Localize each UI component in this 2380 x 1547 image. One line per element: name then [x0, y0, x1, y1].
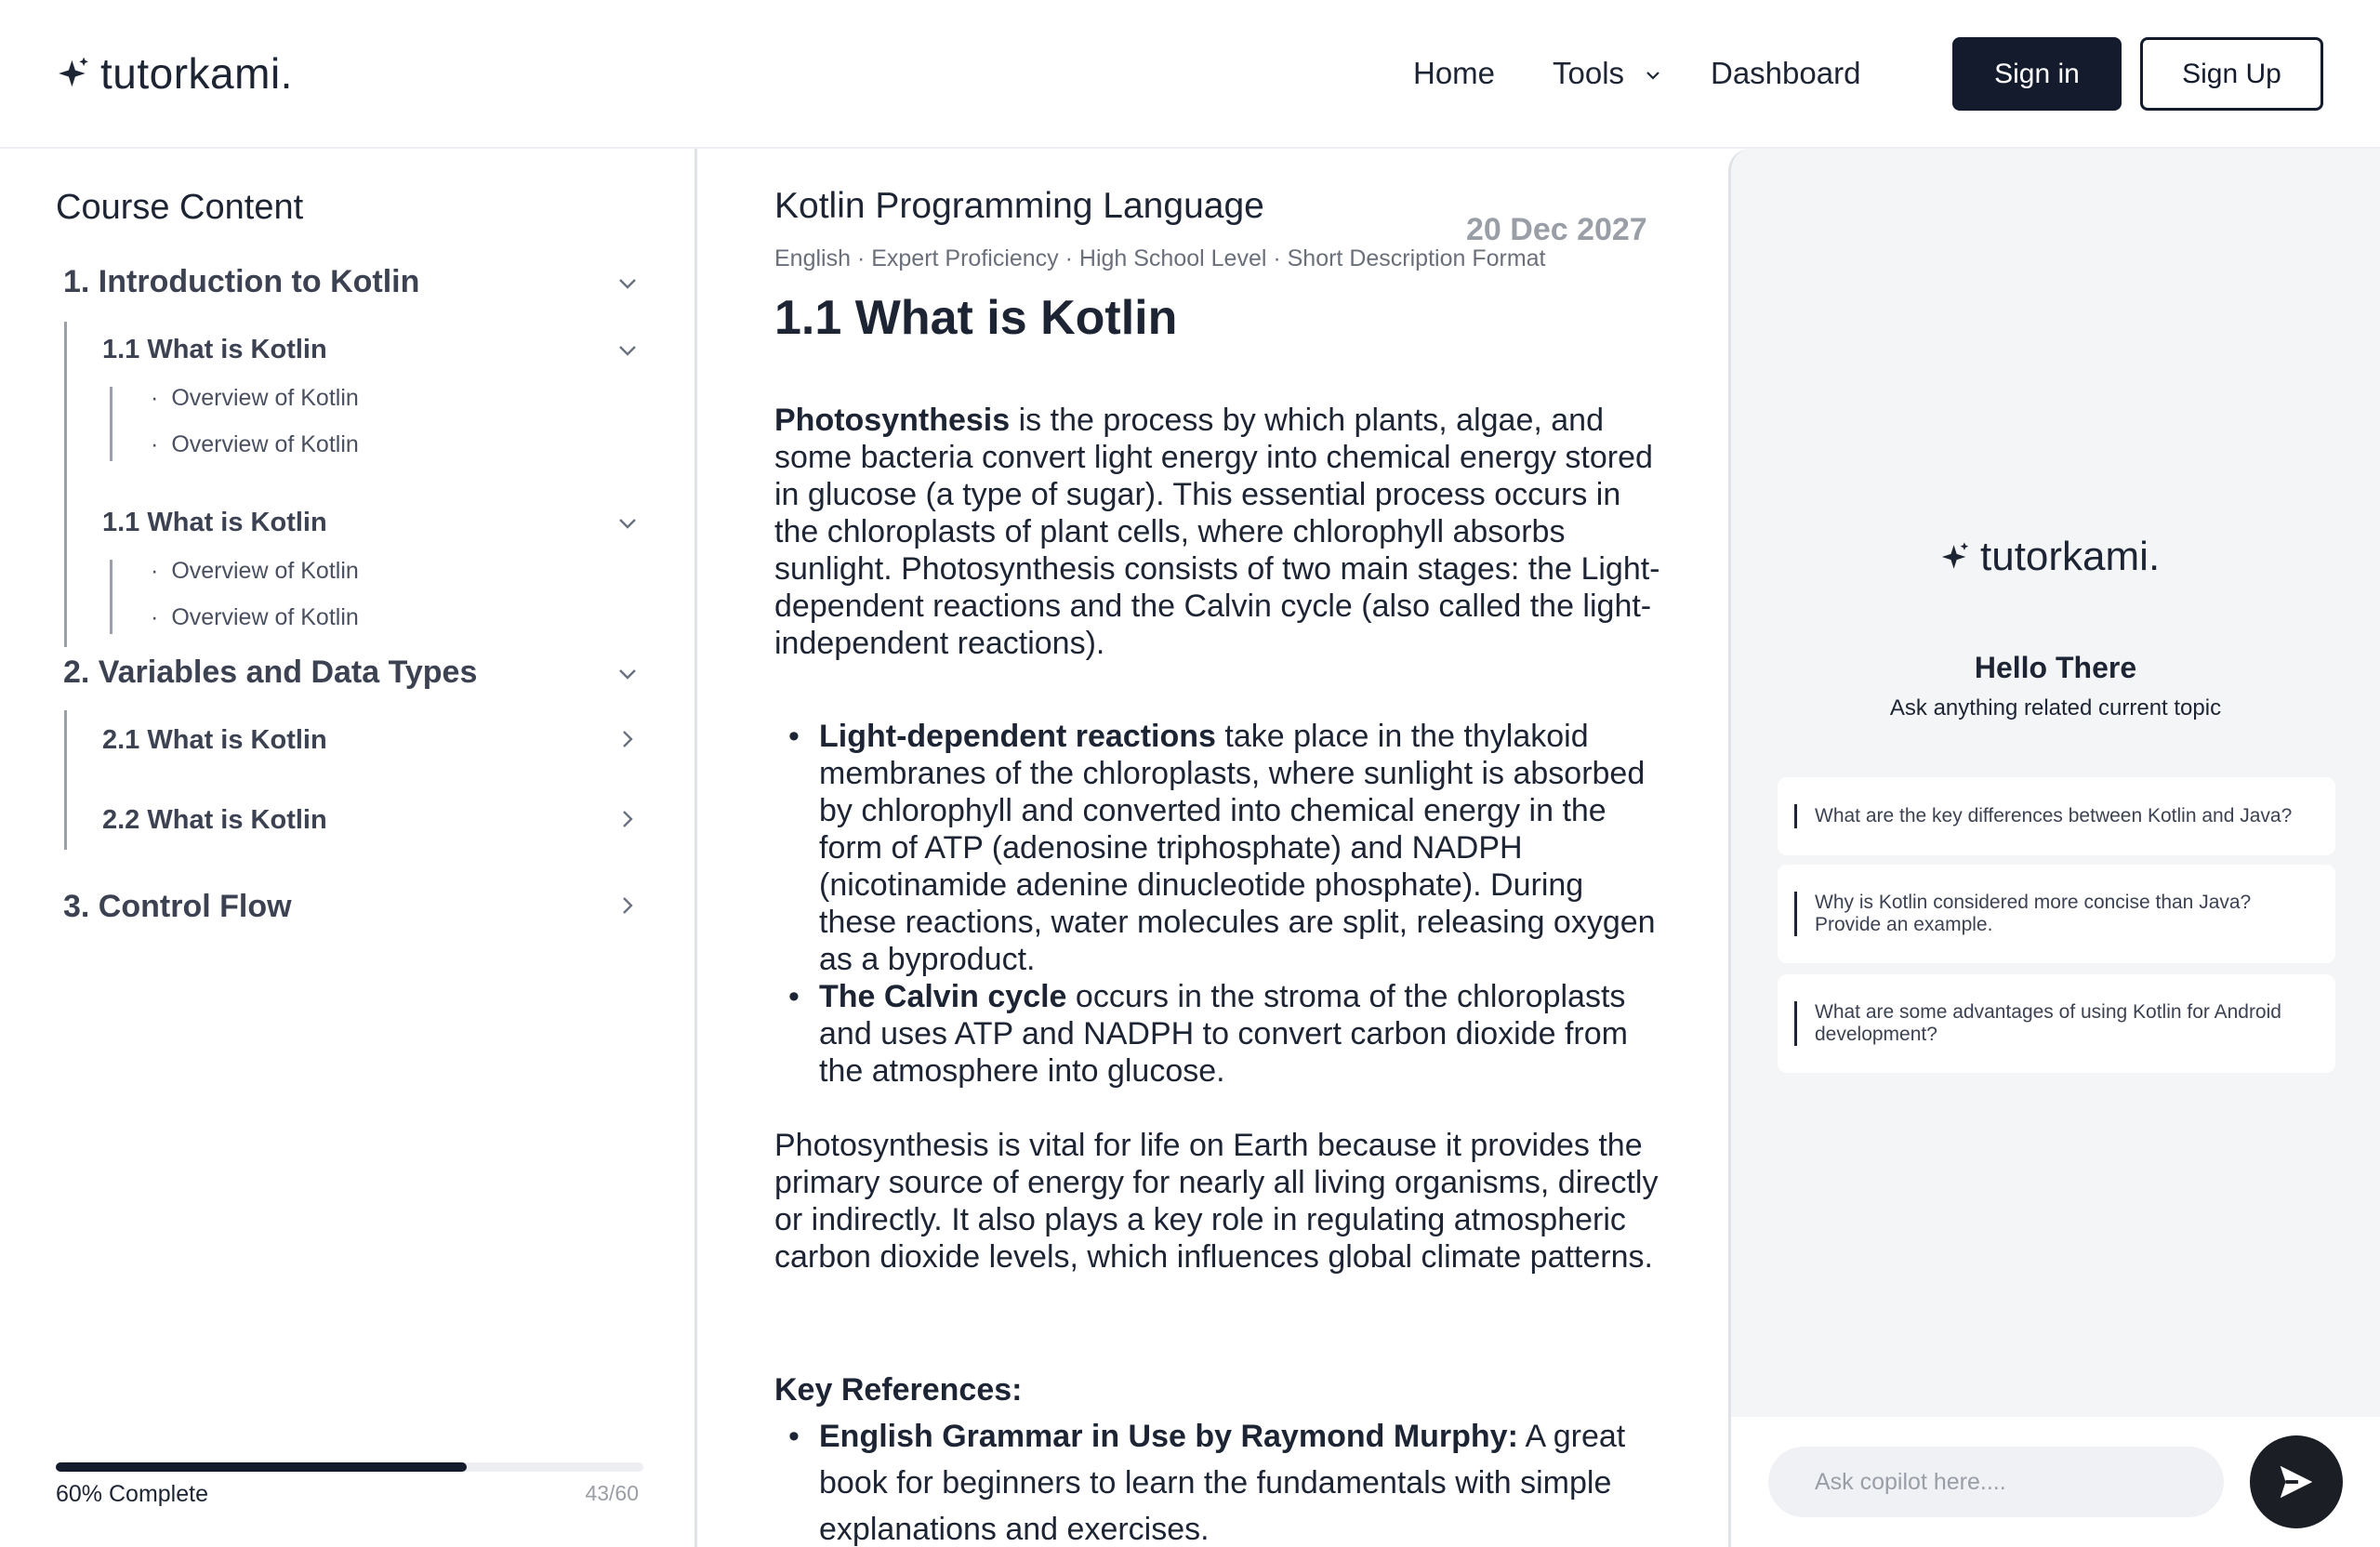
lesson-item[interactable]: Overview of Kotlin [151, 431, 358, 458]
chevron-down-icon[interactable] [617, 277, 638, 290]
subsection-tree-line [110, 560, 112, 634]
brand-logo[interactable]: tutorkami. [56, 48, 293, 99]
subsection-tree-line [110, 387, 112, 461]
subsection-2-1-title[interactable]: 2.1 What is Kotlin [102, 725, 327, 756]
section-3-title[interactable]: 3. Control Flow [63, 889, 292, 925]
intro-text: is the process by which plants, algae, a… [774, 403, 1660, 661]
section-1-title[interactable]: 1. Introduction to Kotlin [63, 264, 419, 300]
suggestion-chip[interactable]: Why is Kotlin considered more concise th… [1778, 865, 2335, 963]
copilot-greeting: Hello There [1974, 651, 2137, 684]
nav-tools-label: Tools [1553, 56, 1625, 90]
stages-list: Light-dependent reactions take place in … [774, 718, 1667, 1090]
progress-label: 60% Complete [56, 1481, 208, 1507]
sign-up-button[interactable]: Sign Up [2140, 37, 2323, 111]
course-title: Kotlin Programming Language [774, 186, 1264, 226]
brand-name: tutorkami. [100, 49, 293, 98]
lesson-item[interactable]: Overview of Kotlin [151, 385, 358, 412]
sparkle-icon [59, 57, 88, 87]
nav-tools[interactable]: Tools [1553, 56, 1660, 91]
list-item: English Grammar in Use by Raymond Murphy… [774, 1413, 1667, 1547]
closing-paragraph: Photosynthesis is vital for life on Eart… [774, 1128, 1659, 1275]
chevron-right-icon[interactable] [621, 729, 634, 749]
chevron-down-icon[interactable] [617, 668, 638, 681]
chevron-down-icon [1646, 72, 1659, 80]
lesson-item[interactable]: Overview of Kotlin [151, 558, 358, 585]
chevron-down-icon[interactable] [617, 344, 638, 357]
sparkle-icon [1941, 542, 1969, 569]
copilot-panel: tutorkami. Hello There Ask anything rela… [1728, 149, 2380, 1547]
list-item-bold: The Calvin cycle [819, 979, 1067, 1014]
chevron-right-icon[interactable] [621, 895, 634, 916]
chevron-right-icon[interactable] [621, 809, 634, 829]
subsection-1-1-title[interactable]: 1.1 What is Kotlin [102, 335, 327, 365]
top-navbar: tutorkami. Home Tools Dashboard Sign in … [0, 0, 2380, 149]
sign-in-button[interactable]: Sign in [1952, 37, 2122, 111]
lesson-title: 1.1 What is Kotlin [774, 291, 1178, 345]
section-2-title[interactable]: 2. Variables and Data Types [63, 654, 477, 691]
list-item-text: take place in the thylakoid membranes of… [819, 719, 1656, 977]
chevron-down-icon[interactable] [617, 517, 638, 530]
subsection-1-1b-title[interactable]: 1.1 What is Kotlin [102, 508, 327, 538]
reference-bold: English Grammar in Use by Raymond Murphy… [819, 1419, 1518, 1454]
nav-dashboard[interactable]: Dashboard [1711, 56, 1860, 91]
references-title: Key References: [774, 1372, 1023, 1408]
copilot-input[interactable] [1768, 1447, 2224, 1517]
list-item-bold: Light-dependent reactions [819, 719, 1216, 754]
send-icon [2280, 1465, 2313, 1499]
sidebar-title: Course Content [56, 188, 304, 227]
course-meta: English · Expert Proficiency · High Scho… [774, 245, 1546, 271]
copilot-subtitle: Ask anything related current topic [1889, 695, 2222, 721]
intro-bold: Photosynthesis [774, 403, 1011, 438]
list-item: Light-dependent reactions take place in … [774, 718, 1667, 978]
chat-bar [1731, 1417, 2380, 1547]
course-sidebar: Course Content 1. Introduction to Kotlin… [0, 149, 697, 1547]
lesson-item[interactable]: Overview of Kotlin [151, 604, 358, 631]
intro-paragraph: Photosynthesis is the process by which p… [774, 402, 1667, 662]
section-1-tree-line [64, 322, 67, 647]
copilot-logo: tutorkami. [1939, 534, 2160, 580]
section-2-tree-line [64, 710, 67, 850]
suggestion-chip[interactable]: What are some advantages of using Kotlin… [1778, 974, 2335, 1073]
progress-fill [56, 1462, 467, 1472]
copilot-brand-name: tutorkami. [1980, 534, 2161, 579]
send-button[interactable] [2250, 1435, 2343, 1528]
list-item: The Calvin cycle occurs in the stroma of… [774, 978, 1667, 1090]
subsection-2-2-title[interactable]: 2.2 What is Kotlin [102, 805, 327, 836]
lesson-date: 20 Dec 2027 [1466, 212, 1647, 247]
nav-home[interactable]: Home [1413, 56, 1495, 91]
lesson-content: Kotlin Programming Language 20 Dec 2027 … [700, 149, 1728, 1547]
references-list: English Grammar in Use by Raymond Murphy… [774, 1413, 1667, 1547]
progress-count: 43/60 [585, 1481, 639, 1505]
suggestion-chip[interactable]: What are the key differences between Kot… [1778, 777, 2335, 855]
